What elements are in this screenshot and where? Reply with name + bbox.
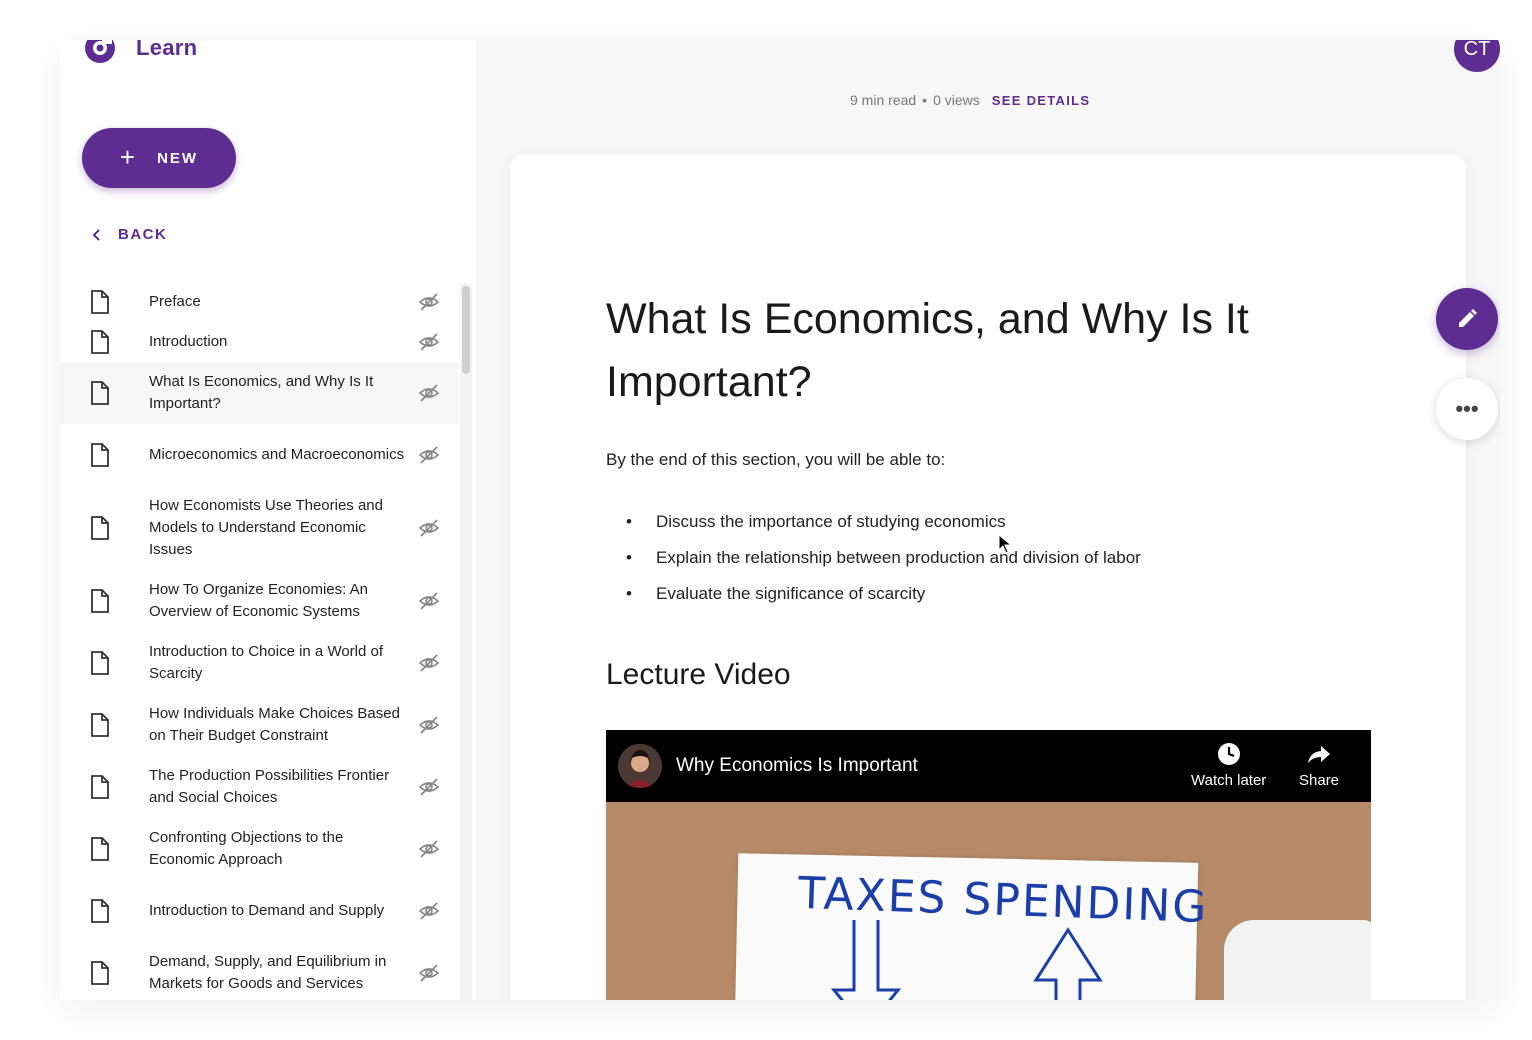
document-icon xyxy=(91,713,109,737)
document-icon xyxy=(91,589,109,613)
app-name: Learn xyxy=(136,40,198,60)
eye-off-icon[interactable] xyxy=(418,590,440,612)
back-label: BACK xyxy=(118,226,168,243)
new-button-label: NEW xyxy=(157,149,199,167)
toc-item-label: How Economists Use Theories and Models t… xyxy=(149,497,383,558)
toc-item-label: What Is Economics, and Why Is It Importa… xyxy=(149,373,374,412)
share-button[interactable]: Share xyxy=(1299,742,1339,789)
user-avatar[interactable]: CT xyxy=(1454,40,1500,72)
toc-item-label: Introduction to Demand and Supply xyxy=(149,902,385,919)
document-icon xyxy=(91,290,109,314)
plus-icon: + xyxy=(119,141,136,172)
chevron-left-icon xyxy=(92,228,100,241)
sidebar-scrollbar[interactable] xyxy=(462,286,470,374)
toc-item[interactable]: Demand, Supply, and Equilibrium in Marke… xyxy=(60,942,458,1000)
document-icon xyxy=(91,775,109,799)
eye-off-icon[interactable] xyxy=(418,517,440,539)
document-icon xyxy=(91,651,109,675)
see-details-link[interactable]: SEE DETAILS xyxy=(992,93,1091,108)
toc-item[interactable]: How Economists Use Theories and Models t… xyxy=(60,486,458,570)
learn-logo-icon xyxy=(85,40,115,63)
toc-item[interactable]: The Production Possibilities Frontier an… xyxy=(60,756,458,818)
toc-item[interactable]: Microeconomics and Macroeconomics xyxy=(60,424,458,486)
objective-item: Explain the relationship between product… xyxy=(606,540,1141,576)
view-count: 0 views xyxy=(933,92,980,108)
document-icon xyxy=(91,961,109,985)
page-title: What Is Economics, and Why Is It Importa… xyxy=(606,295,1249,406)
video-frame-tissue xyxy=(1224,920,1371,1000)
toc-item-label: Introduction xyxy=(149,333,228,350)
read-time: 9 min read xyxy=(850,92,917,108)
eye-off-icon[interactable] xyxy=(418,331,440,353)
new-button[interactable]: + NEW xyxy=(82,128,236,188)
objectives-list: Discuss the importance of studying econo… xyxy=(606,504,1141,612)
toc-item-label: Confronting Objections to the Economic A… xyxy=(149,829,344,868)
document-icon xyxy=(91,899,109,923)
objective-item: Discuss the importance of studying econo… xyxy=(606,504,1141,540)
toc-item[interactable]: Introduction to Choice in a World of Sca… xyxy=(60,632,458,694)
watch-later-label: Watch later xyxy=(1191,772,1267,789)
toc-item-label: Demand, Supply, and Equilibrium in Marke… xyxy=(149,953,387,992)
eye-off-icon[interactable] xyxy=(418,714,440,736)
eye-off-icon[interactable] xyxy=(418,382,440,404)
objectives-intro: By the end of this section, you will be … xyxy=(606,450,946,469)
toc-item-label: Microeconomics and Macroeconomics xyxy=(149,446,405,463)
content-card: What Is Economics, and Why Is It Importa… xyxy=(510,154,1466,1000)
app-frame: Learn + NEW BACK Preface Introduction What… xyxy=(60,40,1500,1000)
eye-off-icon[interactable] xyxy=(418,444,440,466)
document-icon xyxy=(91,443,109,467)
brand[interactable]: Learn xyxy=(82,40,197,68)
eye-off-icon[interactable] xyxy=(418,900,440,922)
watch-later-button[interactable]: Watch later xyxy=(1191,742,1266,789)
document-icon xyxy=(91,837,109,861)
eye-off-icon[interactable] xyxy=(418,291,440,313)
mouse-cursor-icon xyxy=(998,534,1012,554)
meta-separator: • xyxy=(922,92,928,108)
toc-item[interactable]: Introduction xyxy=(60,322,458,362)
document-icon xyxy=(91,330,109,354)
toc-item[interactable]: Confronting Objections to the Economic A… xyxy=(60,818,458,880)
pencil-icon xyxy=(1459,309,1477,327)
document-icon xyxy=(91,516,109,540)
toc-item[interactable]: Preface xyxy=(60,282,458,322)
share-label: Share xyxy=(1299,772,1340,789)
toc-item-label: Preface xyxy=(149,293,201,310)
video-frame-arrows xyxy=(830,920,1103,1000)
clock-icon xyxy=(1217,743,1240,765)
edit-button[interactable] xyxy=(1436,288,1498,350)
more-horizontal-icon: ••• xyxy=(1455,396,1479,421)
eye-off-icon[interactable] xyxy=(418,838,440,860)
toc-item[interactable]: What Is Economics, and Why Is It Importa… xyxy=(60,362,458,424)
back-link[interactable]: BACK xyxy=(90,226,167,243)
section-title: Lecture Video xyxy=(606,658,791,691)
channel-avatar[interactable] xyxy=(618,744,662,788)
toc-item-label: How To Organize Economies: An Overview o… xyxy=(149,581,369,620)
table-of-contents: Preface Introduction What Is Economics, an… xyxy=(60,282,458,1000)
share-arrow-icon xyxy=(1308,746,1331,763)
article-meta: 9 min read • 0 views SEE DETAILS xyxy=(850,92,1090,108)
video-top-bar: Why Economics Is Important Watch later S… xyxy=(606,730,1371,802)
channel-avatar-image xyxy=(618,744,662,788)
toc-item[interactable]: Introduction to Demand and Supply xyxy=(60,880,458,942)
eye-off-icon[interactable] xyxy=(418,776,440,798)
objective-item: Evaluate the significance of scarcity xyxy=(606,576,1141,612)
toc-item-label: How Individuals Make Choices Based on Th… xyxy=(149,705,400,744)
toc-item-label: The Production Possibilities Frontier an… xyxy=(149,767,390,806)
toc-item[interactable]: How To Organize Economies: An Overview o… xyxy=(60,570,458,632)
video-title[interactable]: Why Economics Is Important xyxy=(676,755,918,777)
sidebar-scroll-track xyxy=(460,284,472,1000)
document-icon xyxy=(91,381,109,405)
eye-off-icon[interactable] xyxy=(418,652,440,674)
video-player[interactable]: TAXES SPENDING Why Economics Is Importan… xyxy=(606,730,1371,1000)
eye-off-icon[interactable] xyxy=(418,962,440,984)
toc-item[interactable]: How Individuals Make Choices Based on Th… xyxy=(60,694,458,756)
sidebar: Learn + NEW BACK Preface Introduction What… xyxy=(60,40,476,1000)
toc-item-label: Introduction to Choice in a World of Sca… xyxy=(149,643,384,682)
more-options-button[interactable]: ••• xyxy=(1436,378,1498,440)
